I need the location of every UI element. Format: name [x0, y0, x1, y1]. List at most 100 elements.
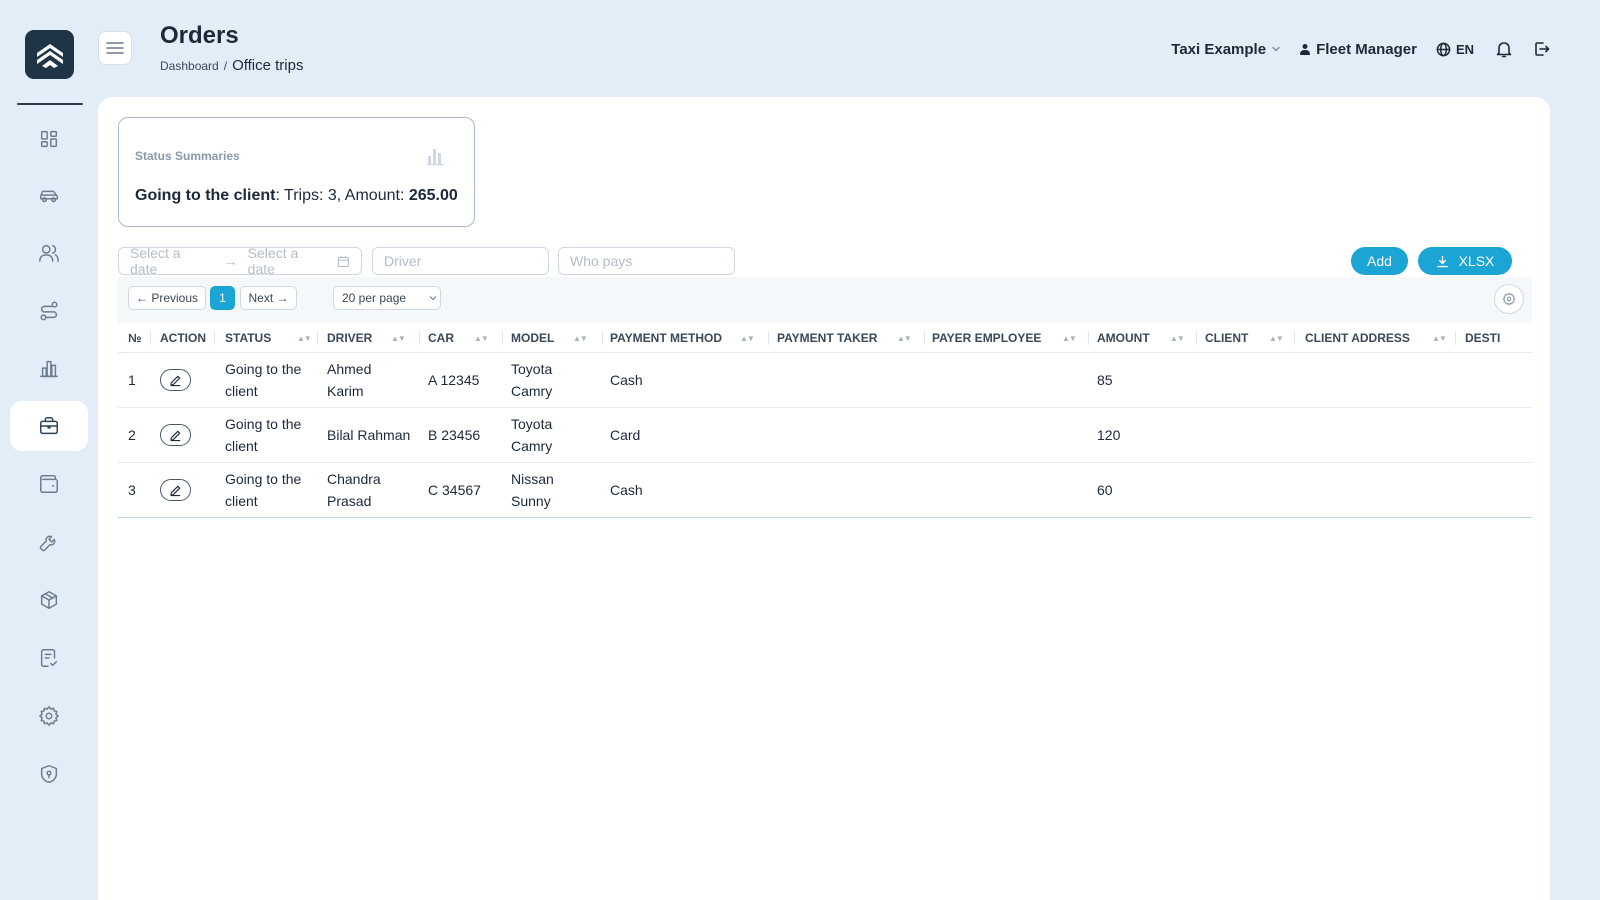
chevron-down-icon: [1272, 46, 1280, 52]
sidebar-item-cars[interactable]: [10, 171, 88, 221]
sort-icon: ▲▼: [1269, 333, 1284, 343]
column-client[interactable]: CLIENT ▲▼: [1205, 323, 1295, 352]
logout-button[interactable]: [1534, 41, 1550, 57]
breadcrumb-dashboard-link[interactable]: Dashboard: [160, 59, 219, 73]
model-line-2: Sunny: [511, 493, 551, 509]
company-name: Taxi Example: [1171, 40, 1267, 58]
column-action: ACTION: [160, 331, 206, 345]
user-menu[interactable]: Fleet Manager: [1299, 41, 1417, 58]
cell-driver: Ahmed Karim: [327, 353, 371, 407]
column-payer-employee-label: PAYER EMPLOYEE: [932, 331, 1042, 345]
menu-toggle-button[interactable]: [98, 31, 132, 65]
app-logo[interactable]: [25, 30, 74, 79]
export-xlsx-button[interactable]: XLSX: [1418, 247, 1512, 275]
shield-icon: [40, 765, 58, 783]
hamburger-icon: [106, 42, 124, 54]
model-line-1: Toyota: [511, 361, 553, 377]
status-line-2: client: [225, 438, 258, 454]
column-payer-employee[interactable]: PAYER EMPLOYEE ▲▼: [932, 323, 1092, 352]
sidebar-item-tasks[interactable]: [10, 633, 88, 683]
driver-filter[interactable]: Driver: [372, 247, 549, 275]
status-line-2: client: [225, 383, 258, 399]
breadcrumb-current: Office trips: [232, 57, 304, 74]
per-page-value: 20 per page: [342, 291, 407, 305]
language-selector[interactable]: EN: [1436, 42, 1474, 57]
table-row[interactable]: 3 Going to the client Chandra Prasad C 345…: [118, 463, 1532, 518]
edit-button[interactable]: [160, 424, 191, 446]
column-divider: [768, 331, 769, 345]
cell-driver: Chandra Prasad: [327, 463, 381, 517]
column-amount[interactable]: AMOUNT ▲▼: [1097, 323, 1207, 352]
logo-icon: [36, 43, 63, 68]
top-bar: Taxi Example Fleet Manager EN: [1171, 38, 1550, 60]
sidebar-item-security[interactable]: [10, 749, 88, 799]
column-car[interactable]: CAR ▲▼: [428, 323, 508, 352]
row-number: 1: [128, 372, 136, 388]
add-button-label: Add: [1367, 253, 1392, 269]
notifications-button[interactable]: [1496, 41, 1512, 58]
cell-payment-method: Cash: [610, 372, 643, 388]
users-icon: [39, 244, 59, 262]
column-divider: [1455, 331, 1456, 345]
language-code: EN: [1455, 41, 1474, 57]
breadcrumb: Dashboard / Office trips: [160, 57, 303, 74]
column-payment-taker[interactable]: PAYMENT TAKER ▲▼: [777, 323, 927, 352]
status-line-2: client: [225, 493, 258, 509]
column-model[interactable]: MODEL ▲▼: [511, 323, 601, 352]
date-end-input[interactable]: Select a date: [248, 245, 328, 277]
table-row[interactable]: 1 Going to the client Ahmed Karim A 12345 …: [118, 353, 1532, 408]
column-payment-method-label: PAYMENT METHOD: [610, 331, 723, 345]
row-number: 3: [128, 482, 136, 498]
table-settings-button[interactable]: [1494, 284, 1524, 314]
row-action: [160, 463, 191, 517]
sidebar-item-routes[interactable]: [10, 286, 88, 336]
sidebar-item-maintenance[interactable]: [10, 517, 88, 567]
sidebar-item-wallet[interactable]: [10, 459, 88, 509]
page-number-1[interactable]: 1: [210, 286, 235, 310]
dashboard-icon: [40, 130, 58, 148]
column-divider: [1294, 331, 1295, 345]
sidebar-item-users[interactable]: [10, 228, 88, 278]
sidebar-item-orders[interactable]: [10, 401, 88, 451]
edit-button[interactable]: [160, 479, 191, 501]
bar-chart-icon: [40, 360, 58, 378]
user-role: Fleet Manager: [1316, 40, 1417, 58]
column-driver[interactable]: DRIVER ▲▼: [327, 323, 417, 352]
model-line-2: Camry: [511, 438, 553, 454]
cell-payment-method: Cash: [610, 482, 643, 498]
per-page-select[interactable]: 20 per page: [333, 286, 441, 310]
sort-icon: ▲▼: [474, 333, 489, 343]
sort-icon: ▲▼: [391, 333, 406, 343]
sidebar-divider: [17, 103, 83, 105]
column-number: №: [128, 331, 142, 345]
edit-button[interactable]: [160, 369, 191, 391]
sidebar-item-inventory[interactable]: [10, 575, 88, 625]
payer-filter[interactable]: Who pays: [558, 247, 735, 275]
sidebar-item-settings[interactable]: [10, 691, 88, 741]
add-button[interactable]: Add: [1351, 247, 1408, 275]
column-client-address[interactable]: CLIENT ADDRESS ▲▼: [1305, 323, 1465, 352]
chevron-down-icon: [429, 296, 437, 301]
column-status[interactable]: STATUS ▲▼: [225, 323, 315, 352]
cell-model: Toyota Camry: [511, 408, 552, 462]
sidebar-item-reports[interactable]: [10, 344, 88, 394]
table-row[interactable]: 2 Going to the client Bilal Rahman B 2345…: [118, 408, 1532, 463]
summary-status: Going to the client: [135, 187, 276, 204]
row-action: [160, 353, 191, 407]
route-icon: [40, 301, 58, 321]
sort-icon: ▲▼: [297, 333, 312, 343]
date-range-picker[interactable]: Select a date → Select a date: [118, 245, 362, 277]
user-icon: [1300, 44, 1311, 55]
previous-page-button[interactable]: ← Previous: [128, 286, 206, 310]
status-line-1: Going to the: [225, 361, 302, 377]
download-icon: [1436, 255, 1448, 267]
company-selector[interactable]: Taxi Example: [1171, 41, 1281, 58]
cell-model: Toyota Camry: [511, 353, 552, 407]
globe-icon: [1436, 42, 1451, 56]
driver-line-2: Karim: [327, 383, 364, 399]
next-page-button[interactable]: Next →: [240, 286, 297, 310]
column-payment-method[interactable]: PAYMENT METHOD ▲▼: [610, 323, 770, 352]
date-start-input[interactable]: Select a date: [130, 245, 210, 277]
sidebar-item-dashboard[interactable]: [10, 114, 88, 164]
sort-icon: ▲▼: [740, 333, 755, 343]
